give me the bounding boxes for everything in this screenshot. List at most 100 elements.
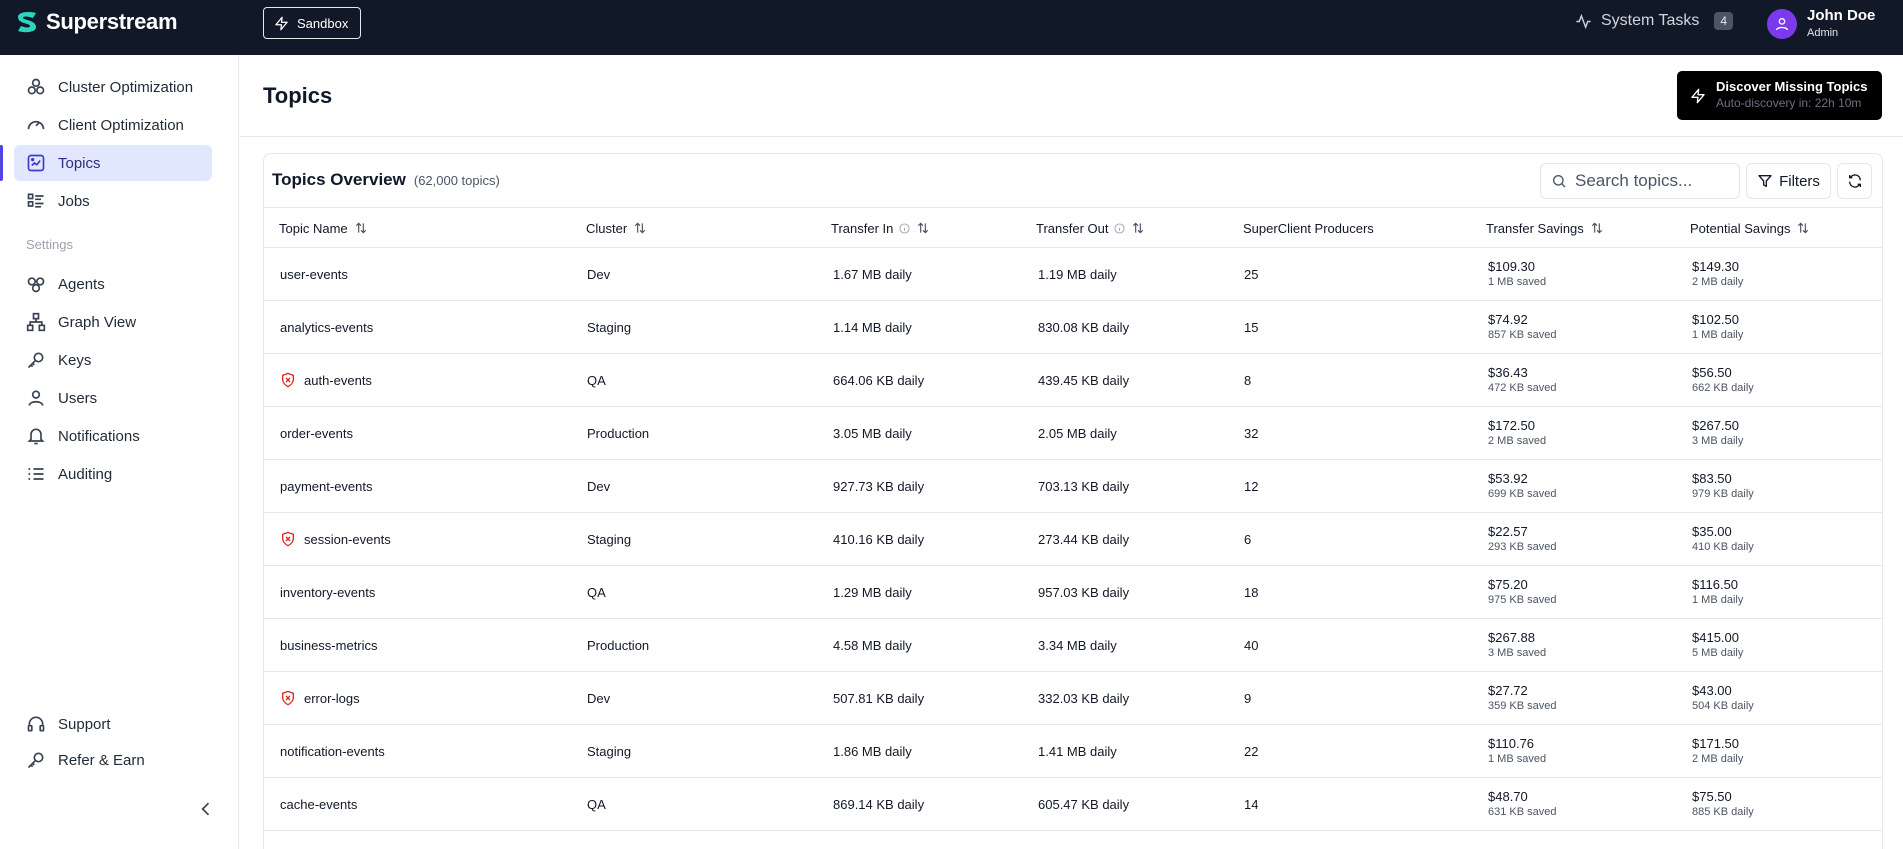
potential-savings-value: $75.50 bbox=[1692, 789, 1732, 804]
info-icon[interactable] bbox=[899, 222, 910, 234]
topic-name-cell[interactable]: auth-events bbox=[280, 354, 372, 406]
producers-cell: 18 bbox=[1244, 584, 1259, 600]
transfer-savings-cell: $22.57 293 KB saved bbox=[1488, 513, 1557, 565]
refresh-button[interactable] bbox=[1837, 163, 1872, 199]
cluster-cell: Staging bbox=[587, 319, 632, 335]
column-header-transfer-out[interactable]: Transfer Out bbox=[1036, 208, 1145, 248]
sidebar-item-client-optimization[interactable]: Client Optimization bbox=[14, 107, 212, 143]
column-header-cluster[interactable]: Cluster bbox=[586, 208, 647, 248]
transfer-savings-detail: 359 KB saved bbox=[1488, 700, 1557, 712]
sidebar-item-label: Client Optimization bbox=[58, 116, 184, 134]
column-header-transfer-in[interactable]: Transfer In bbox=[831, 208, 930, 248]
table-row[interactable]: session-events Staging 410.16 KB daily 273.… bbox=[264, 513, 1882, 566]
table-row[interactable]: $217.61 $337.00 bbox=[264, 831, 1882, 849]
table-row[interactable]: analytics-events Staging 1.14 MB daily 830.… bbox=[264, 301, 1882, 354]
table-row[interactable]: user-events Dev 1.67 MB daily 1.19 MB daily… bbox=[264, 248, 1882, 301]
user-menu[interactable]: John Doe Admin bbox=[1767, 7, 1875, 41]
topic-name-cell[interactable]: business-metrics bbox=[280, 619, 378, 671]
producers-cell: 12 bbox=[1244, 478, 1259, 494]
sidebar-item-support[interactable]: Support bbox=[14, 706, 212, 742]
sidebar-item-graph-view[interactable]: Graph View bbox=[14, 304, 212, 340]
table-row[interactable]: payment-events Dev 927.73 KB daily 703.13 K… bbox=[264, 460, 1882, 513]
topic-name-cell[interactable]: user-events bbox=[280, 248, 348, 300]
table-row[interactable]: cache-events QA 869.14 KB daily 605.47 KB d… bbox=[264, 778, 1882, 831]
sort-icon[interactable] bbox=[916, 221, 930, 235]
transfer-out-cell: 957.03 KB daily bbox=[1038, 584, 1130, 600]
transfer-savings-value: $27.72 bbox=[1488, 683, 1528, 698]
sort-icon[interactable] bbox=[1131, 221, 1145, 235]
sidebar-item-cluster-optimization[interactable]: Cluster Optimization bbox=[14, 69, 212, 105]
topic-name-cell[interactable]: order-events bbox=[280, 407, 353, 459]
table-row[interactable]: error-logs Dev 507.81 KB daily 332.03 KB da… bbox=[264, 672, 1882, 725]
topic-name-cell[interactable]: inventory-events bbox=[280, 566, 375, 618]
column-label: Potential Savings bbox=[1690, 220, 1791, 236]
search-box[interactable] bbox=[1540, 163, 1740, 199]
column-header-potential-savings[interactable]: Potential Savings bbox=[1690, 208, 1810, 248]
transfer-savings-detail: 2 MB saved bbox=[1488, 435, 1547, 447]
sidebar-item-topics[interactable]: Topics bbox=[0, 145, 212, 181]
transfer-in-cell: 927.73 KB daily bbox=[833, 478, 925, 494]
potential-savings-cell: $43.00 504 KB daily bbox=[1692, 672, 1754, 724]
cluster-cell: Staging bbox=[587, 743, 632, 759]
topics-count: (62,000 topics) bbox=[413, 173, 500, 188]
transfer-out-cell: 439.45 KB daily bbox=[1038, 372, 1130, 388]
sidebar-item-users[interactable]: Users bbox=[14, 380, 212, 416]
transfer-in-cell: 664.06 KB daily bbox=[833, 372, 925, 388]
info-icon[interactable] bbox=[1114, 222, 1126, 234]
search-input[interactable] bbox=[1575, 171, 1735, 191]
sort-icon[interactable] bbox=[633, 221, 647, 235]
potential-savings-value: $35.00 bbox=[1692, 524, 1732, 539]
potential-savings-detail: 5 MB daily bbox=[1692, 647, 1744, 659]
sidebar-item-jobs[interactable]: Jobs bbox=[14, 183, 212, 219]
sort-icon[interactable] bbox=[354, 221, 368, 235]
topic-name-cell[interactable]: payment-events bbox=[280, 460, 373, 512]
sort-icon[interactable] bbox=[1796, 221, 1810, 235]
column-label: Topic Name bbox=[279, 220, 348, 236]
topic-name: cache-events bbox=[280, 796, 358, 812]
table-row[interactable]: business-metrics Production 4.58 MB daily 3… bbox=[264, 619, 1882, 672]
sidebar-item-notifications[interactable]: Notifications bbox=[14, 418, 212, 454]
potential-savings-detail: 1 MB daily bbox=[1692, 594, 1744, 606]
cluster-cell: Staging bbox=[587, 531, 632, 547]
collapse-sidebar-icon[interactable] bbox=[196, 799, 216, 819]
discover-missing-topics-button[interactable]: Discover Missing Topics Auto-discovery i… bbox=[1677, 71, 1882, 120]
topic-name: order-events bbox=[280, 425, 353, 441]
sort-icon[interactable] bbox=[1590, 221, 1604, 235]
transfer-savings-cell: $172.50 2 MB saved bbox=[1488, 407, 1546, 459]
transfer-out-cell: 830.08 KB daily bbox=[1038, 319, 1130, 335]
sidebar-item-auditing[interactable]: Auditing bbox=[14, 456, 212, 492]
topic-name-cell[interactable]: cache-events bbox=[280, 778, 357, 830]
column-header-topic-name[interactable]: Topic Name bbox=[279, 208, 368, 248]
transfer-savings-detail: 975 KB saved bbox=[1488, 594, 1557, 606]
topic-name-cell[interactable]: error-logs bbox=[280, 672, 360, 724]
topic-name-cell[interactable]: notification-events bbox=[280, 725, 385, 777]
cluster-cell: Dev bbox=[587, 266, 611, 282]
column-header-transfer-savings[interactable]: Transfer Savings bbox=[1486, 208, 1604, 248]
environment-button[interactable]: Sandbox bbox=[263, 7, 362, 39]
topic-name: business-metrics bbox=[280, 637, 378, 653]
table-row[interactable]: notification-events Staging 1.86 MB daily 1… bbox=[264, 725, 1882, 778]
sidebar-item-label: Agents bbox=[58, 275, 105, 293]
sidebar-item-refer-earn[interactable]: Refer & Earn bbox=[14, 742, 212, 778]
topic-name: notification-events bbox=[280, 743, 385, 759]
potential-savings-detail: 2 MB daily bbox=[1692, 753, 1744, 765]
sidebar-item-agents[interactable]: Agents bbox=[14, 266, 212, 302]
transfer-savings-value: $36.43 bbox=[1488, 365, 1528, 380]
table-row[interactable]: inventory-events QA 1.29 MB daily 957.03 KB… bbox=[264, 566, 1882, 619]
topic-name-cell[interactable]: session-events bbox=[280, 513, 391, 565]
bell-icon bbox=[27, 428, 45, 445]
filters-button[interactable]: Filters bbox=[1746, 163, 1831, 199]
transfer-savings-value: $172.50 bbox=[1488, 418, 1535, 433]
system-tasks-button[interactable]: System Tasks 4 bbox=[1575, 12, 1734, 30]
table-row[interactable]: order-events Production 3.05 MB daily 2.05 … bbox=[264, 407, 1882, 460]
user-icon bbox=[28, 390, 44, 406]
topic-name: analytics-events bbox=[280, 319, 374, 335]
brand[interactable]: Superstream bbox=[14, 9, 178, 35]
transfer-out-cell: 1.41 MB daily bbox=[1038, 743, 1117, 759]
sidebar-item-keys[interactable]: Keys bbox=[14, 342, 212, 378]
cluster-cell: QA bbox=[587, 584, 606, 600]
transfer-savings-cell: $27.72 359 KB saved bbox=[1488, 672, 1557, 724]
table-row[interactable]: auth-events QA 664.06 KB daily 439.45 KB da… bbox=[264, 354, 1882, 407]
topic-name-cell[interactable]: analytics-events bbox=[280, 301, 373, 353]
producers-cell: 22 bbox=[1244, 743, 1259, 759]
